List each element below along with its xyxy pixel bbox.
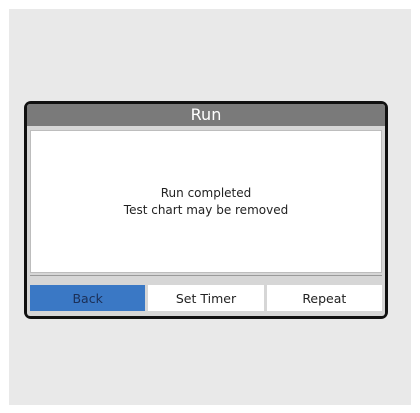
set-timer-button[interactable]: Set Timer	[148, 285, 264, 311]
button-row: Back Set Timer Repeat	[30, 285, 382, 311]
dialog-title: Run	[27, 104, 385, 126]
message-line-2: Test chart may be removed	[123, 202, 289, 217]
repeat-button[interactable]: Repeat	[266, 285, 382, 311]
message-line-1: Run completed	[160, 185, 252, 200]
divider	[30, 275, 382, 276]
run-dialog: Run Run completed Test chart may be remo…	[27, 104, 385, 316]
message-panel: Run completed Test chart may be removed	[30, 130, 382, 273]
back-button[interactable]: Back	[30, 285, 146, 311]
device-display: Run Run completed Test chart may be remo…	[24, 101, 388, 319]
